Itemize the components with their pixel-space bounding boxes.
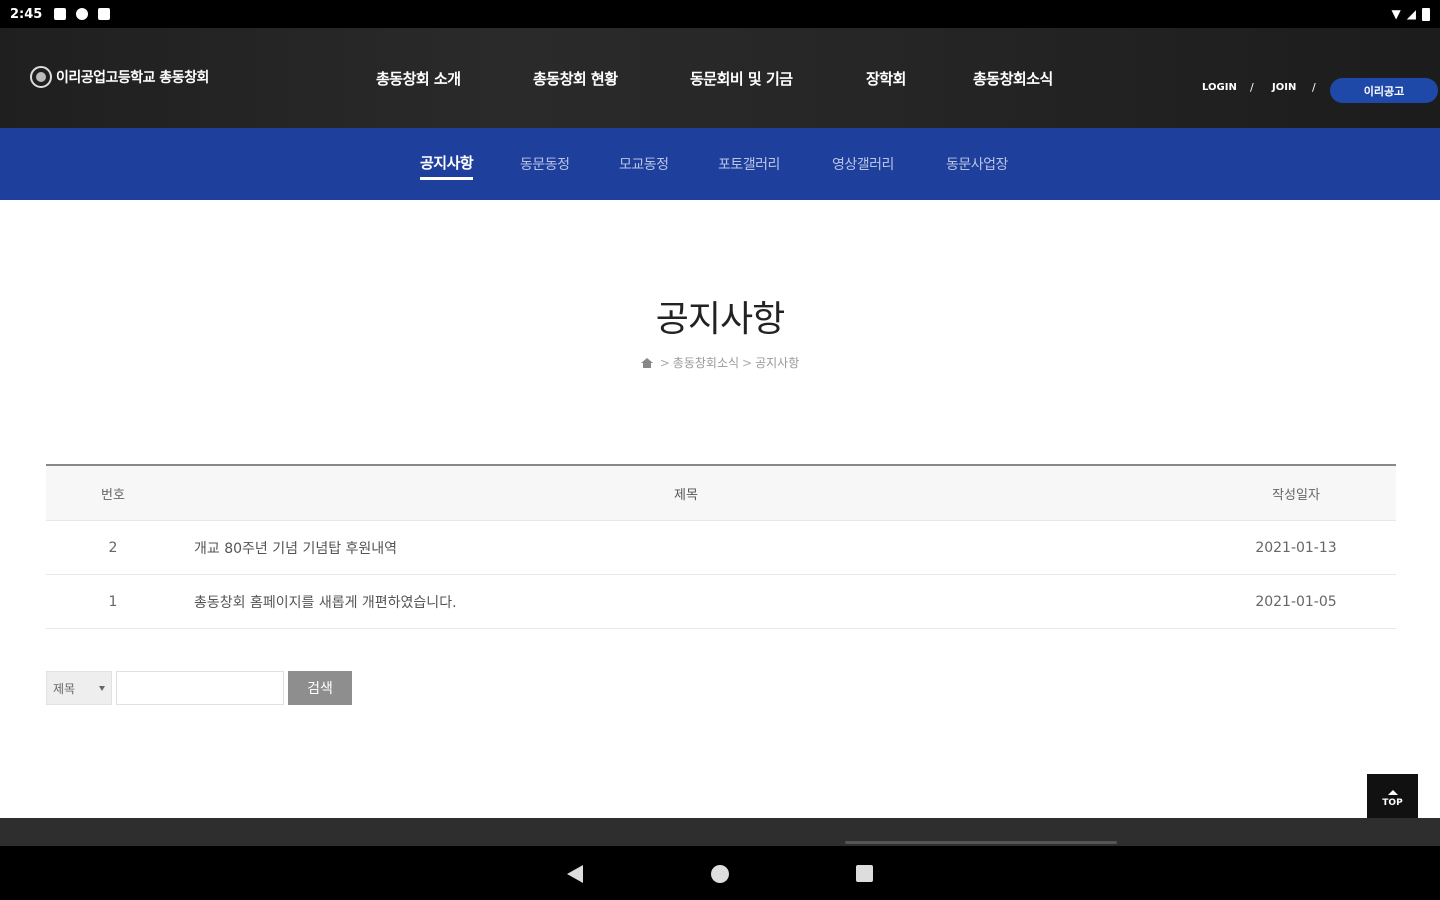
notice-board: 번호 제목 작성일자 2 개교 80주년 기념 기념탑 후원내역 2021-01…: [46, 464, 1396, 629]
main-nav-fees[interactable]: 동문회비 및 기금: [690, 68, 793, 89]
footer-strip: [0, 818, 1440, 846]
search-field-select[interactable]: 제목: [46, 671, 112, 705]
row-no: 2: [108, 539, 118, 556]
sd-card-icon: [98, 8, 111, 20]
row-title-link[interactable]: 총동창회 홈페이지를 새롭게 개편하였습니다.: [194, 575, 1194, 628]
notification-icon: [54, 8, 67, 20]
android-nav-bar: [0, 846, 1440, 900]
board-search: 제목 검색: [46, 670, 352, 706]
header-date: 작성일자: [1272, 487, 1320, 503]
main-nav-about[interactable]: 총동창회 소개: [376, 68, 461, 89]
scroll-indicator: [845, 841, 1117, 844]
chevron-down-icon: [99, 686, 105, 691]
breadcrumb: > 총동창회소식 > 공지사항: [0, 354, 1440, 371]
join-link[interactable]: JOIN: [1272, 82, 1296, 93]
main-nav-status[interactable]: 총동창회 현황: [533, 68, 618, 89]
status-bar: 2:45 ▼ ◢: [0, 0, 1440, 28]
sub-nav-school-news[interactable]: 모교동정: [619, 154, 669, 174]
sub-nav-photo-gallery[interactable]: 포토갤러리: [718, 154, 780, 174]
row-date: 2021-01-05: [1255, 593, 1337, 610]
main-nav-news[interactable]: 총동창회소식: [973, 68, 1053, 89]
row-date: 2021-01-13: [1255, 539, 1337, 556]
breadcrumb-item[interactable]: 총동창회소식: [673, 356, 739, 370]
breadcrumb-current: 공지사항: [755, 356, 800, 370]
app-notification-icon: [76, 8, 89, 20]
recent-apps-icon[interactable]: [856, 865, 873, 882]
search-field-value: 제목: [53, 681, 76, 696]
page-title: 공지사항: [655, 299, 785, 340]
table-header-row: 번호 제목 작성일자: [46, 466, 1396, 521]
util-separator: /: [1312, 81, 1316, 94]
sub-nav-notice[interactable]: 공지사항: [420, 152, 474, 180]
table-row[interactable]: 2 개교 80주년 기념 기념탑 후원내역 2021-01-13: [46, 521, 1396, 575]
sub-nav-alumni-business[interactable]: 동문사업장: [946, 154, 1008, 174]
sub-nav: 공지사항 동문동정 모교동정 포토갤러리 영상갤러리 동문사업장: [0, 128, 1440, 200]
signal-icon: ◢: [1406, 7, 1416, 21]
breadcrumb-separator: >: [659, 356, 670, 370]
sub-nav-video-gallery[interactable]: 영상갤러리: [832, 154, 894, 174]
arrow-up-icon: [1387, 790, 1398, 795]
wifi-icon: ▼: [1391, 7, 1401, 21]
table-row[interactable]: 1 총동창회 홈페이지를 새롭게 개편하였습니다. 2021-01-05: [46, 575, 1396, 629]
sub-nav-alumni-news[interactable]: 동문동정: [520, 154, 570, 174]
iri-school-button[interactable]: 이리공고: [1330, 78, 1438, 103]
login-link[interactable]: LOGIN: [1202, 82, 1237, 93]
main-nav-scholarship[interactable]: 장학회: [866, 68, 906, 89]
util-separator: /: [1250, 81, 1254, 94]
home-circle-icon[interactable]: [711, 865, 729, 883]
search-input[interactable]: [116, 671, 284, 705]
top-label: TOP: [1382, 798, 1403, 808]
status-right: ▼ ◢: [1392, 7, 1430, 21]
row-title-link[interactable]: 개교 80주년 기념 기념탑 후원내역: [194, 521, 1194, 574]
util-menu: LOGIN / JOIN / 이리공고: [1180, 78, 1440, 103]
battery-icon: [1422, 7, 1430, 21]
site-header: 이리공업고등학교 총동창회 총동창회 소개 총동창회 현황 동문회비 및 기금 …: [0, 28, 1440, 128]
header-title: 제목: [674, 487, 698, 503]
breadcrumb-separator: >: [742, 356, 753, 370]
home-icon[interactable]: [640, 358, 653, 368]
back-icon[interactable]: [567, 865, 583, 883]
status-time: 2:45: [10, 6, 43, 22]
header-no: 번호: [101, 487, 125, 503]
row-no: 1: [108, 593, 118, 610]
scroll-top-button[interactable]: TOP: [1367, 774, 1418, 824]
search-button[interactable]: 검색: [288, 671, 352, 705]
